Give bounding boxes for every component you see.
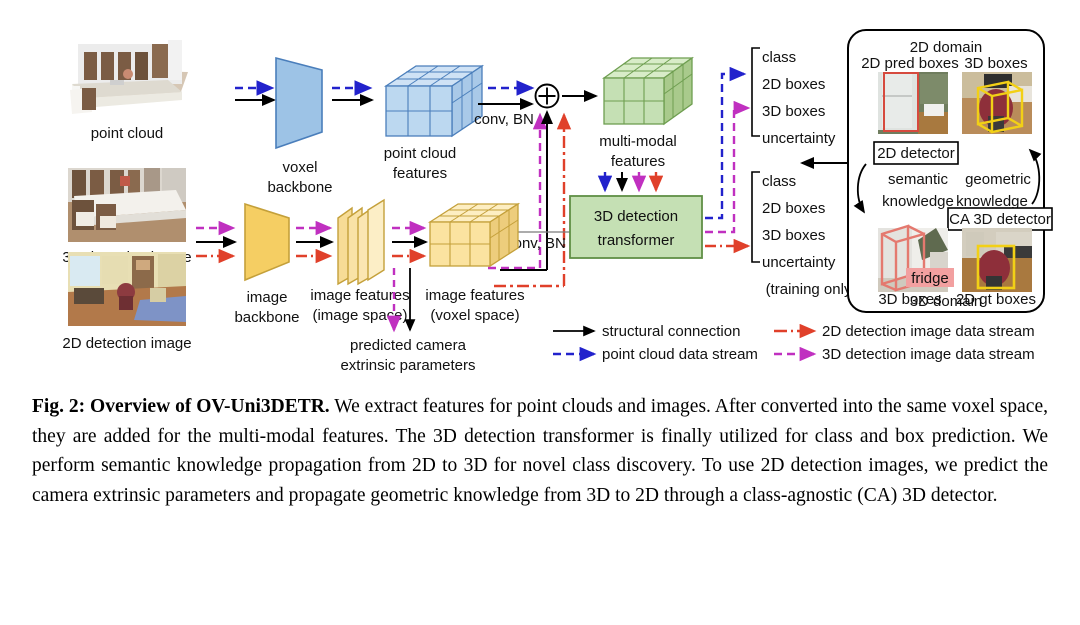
thumbnail-2d-pred-boxes: [878, 72, 948, 134]
arrows-backbone-to-imagefeatures: [296, 220, 334, 264]
output-group-bottom: class 2D boxes 3D boxes uncertainty (tra…: [751, 171, 857, 298]
label-semantic-knowledge-line2: knowledge: [882, 193, 954, 210]
output-bottom-item-1: 2D boxes: [762, 200, 825, 217]
legend-item-point-cloud-data-stream: point cloud data stream: [553, 346, 758, 363]
label-2d-domain: 2D domain: [910, 39, 983, 56]
label-2d-gt-boxes: 2D gt boxes: [956, 291, 1036, 308]
label-conv-bn-top: conv, BN: [474, 111, 534, 128]
badge-fridge-label: fridge: [911, 270, 949, 287]
legend-label-2d-detection-image-data-stream: 2D detection image data stream: [822, 323, 1035, 340]
label-voxel-backbone-line2: backbone: [267, 179, 332, 196]
routing-transformer-to-outputs: [705, 66, 751, 254]
legend-item-2d-detection-image-data-stream: 2D detection image data stream: [774, 323, 1035, 340]
label-geometric-knowledge-line1: geometric: [965, 171, 1031, 188]
label-image-backbone-line2: backbone: [234, 309, 299, 326]
label-point-cloud: point cloud: [91, 125, 164, 142]
output-bottom-item-3: uncertainty: [762, 254, 836, 271]
legend-item-3d-detection-image-data-stream: 3D detection image data stream: [774, 346, 1035, 363]
label-2d-pred-boxes: 2D pred boxes: [861, 55, 959, 72]
figure-caption: Fig. 2: Overview of OV-Uni3DETR. We extr…: [32, 392, 1048, 510]
tag-ca-3d-detector-label: CA 3D detector: [949, 211, 1051, 228]
tag-2d-detector-label: 2D detector: [877, 145, 955, 162]
label-multi-modal-features-line2: features: [611, 153, 665, 170]
arrows-imagefeatures-to-voxelfeatures: [392, 220, 428, 264]
label-3d-boxes-top: 3D boxes: [964, 55, 1027, 72]
label-point-cloud-features-line1: point cloud: [384, 145, 457, 162]
block-multi-modal-features: [601, 56, 695, 126]
block-voxel-backbone: [275, 56, 323, 150]
thumbnail-2d-gt-boxes: [962, 228, 1032, 292]
label-image-features-voxel-space-line1: image features: [425, 287, 524, 304]
label-multi-modal-features-line1: multi-modal: [599, 133, 677, 150]
arrows-multimodal-to-transformer: [597, 172, 664, 193]
label-point-cloud-features-line2: features: [393, 165, 447, 182]
legend-label-point-cloud-data-stream: point cloud data stream: [602, 346, 758, 363]
legend-item-structural-connection: structural connection: [553, 323, 740, 340]
badge-fridge: fridge: [906, 268, 954, 287]
block-image-features-image-space: [337, 198, 385, 286]
block-image-backbone: [244, 202, 290, 282]
caption-bold-prefix: Fig. 2: Overview of OV-Uni3DETR.: [32, 396, 330, 417]
label-predicted-camera-line1: predicted camera: [350, 337, 467, 354]
two-d-detection-image-thumbnail: [68, 252, 186, 326]
label-2d-detection-image: 2D detection image: [62, 335, 191, 352]
arrow-pointcloud-to-voxel: [235, 80, 276, 106]
output-top-item-0: class: [762, 49, 796, 66]
block-image-features-voxel-space: [427, 202, 521, 268]
block-point-cloud-features: [383, 64, 485, 138]
figure-diagram: point cloud 3D detection image 2D det: [0, 0, 1080, 380]
tag-ca-3d-detector: CA 3D detector: [947, 207, 1053, 231]
output-bottom-item-0: class: [762, 173, 796, 190]
arrow-voxel-to-pcfeatures: [332, 80, 374, 106]
three-d-detection-image-thumbnail: [68, 168, 186, 242]
label-image-backbone-line1: image: [247, 289, 288, 306]
label-3d-boxes-bottom: 3D boxes: [878, 291, 941, 308]
output-top-item-2: 3D boxes: [762, 103, 825, 120]
legend-label-3d-detection-image-data-stream: 3D detection image data stream: [822, 346, 1035, 363]
label-voxel-backbone-line1: voxel: [282, 159, 317, 176]
arrow-pcfeatures-to-sum: [478, 80, 535, 110]
label-image-features-voxel-space-line2: (voxel space): [430, 307, 519, 324]
output-bottom-item-2: 3D boxes: [762, 227, 825, 244]
output-top-item-3: uncertainty: [762, 130, 836, 147]
label-predicted-camera-line2: extrinsic parameters: [340, 357, 475, 374]
sum-operator: [534, 83, 560, 109]
point-cloud-thumbnail: [62, 32, 192, 118]
legend-label-structural-connection: structural connection: [602, 323, 740, 340]
tag-2d-detector: 2D detector: [873, 141, 959, 165]
output-bottom-note: (training only): [766, 281, 857, 298]
output-top-item-1: 2D boxes: [762, 76, 825, 93]
label-3d-detection-transformer-line2: transformer: [598, 232, 675, 249]
arrows-image-to-backbone: [196, 220, 237, 264]
label-semantic-knowledge-line1: semantic: [888, 171, 949, 188]
legend: structural connection point cloud data s…: [553, 323, 1035, 363]
output-group-top: class 2D boxes 3D boxes uncertainty: [751, 47, 836, 147]
label-3d-detection-transformer-line1: 3D detection: [594, 208, 678, 225]
